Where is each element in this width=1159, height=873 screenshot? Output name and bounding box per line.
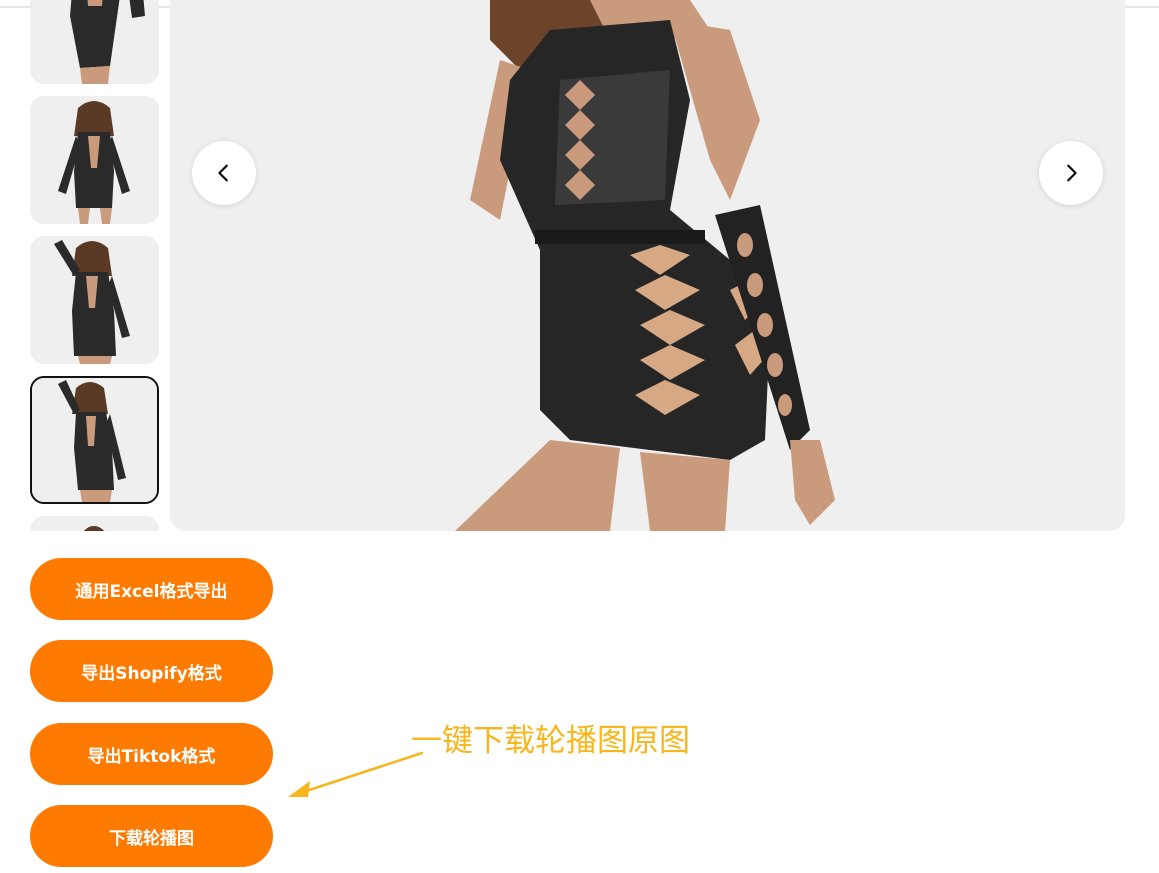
tiktok-export-button[interactable]: 导出Tiktok格式 (30, 723, 273, 785)
product-photo (170, 0, 1125, 531)
excel-export-button[interactable]: 通用Excel格式导出 (30, 558, 273, 620)
thumbnail-1[interactable] (30, 0, 159, 84)
thumbnail-2[interactable] (30, 96, 159, 224)
chevron-left-icon (218, 164, 228, 182)
thumbnail-image (32, 378, 157, 502)
chevron-right-icon (1067, 164, 1077, 182)
thumbnail-image (30, 516, 159, 531)
thumbnail-image (30, 236, 159, 364)
previous-image-button[interactable] (192, 141, 256, 205)
thumbnail-strip[interactable] (30, 0, 160, 531)
download-carousel-button[interactable]: 下载轮播图 (30, 805, 273, 867)
main-product-image (170, 0, 1125, 531)
shopify-export-button[interactable]: 导出Shopify格式 (30, 640, 273, 702)
thumbnail-3[interactable] (30, 236, 159, 364)
thumbnail-4[interactable] (30, 376, 159, 504)
thumbnail-image (30, 0, 159, 84)
thumbnail-5[interactable] (30, 516, 159, 531)
thumbnail-image (30, 96, 159, 224)
next-image-button[interactable] (1039, 141, 1103, 205)
annotation-label: 一键下载轮播图原图 (411, 723, 690, 759)
annotation-arrow-icon (288, 751, 424, 797)
